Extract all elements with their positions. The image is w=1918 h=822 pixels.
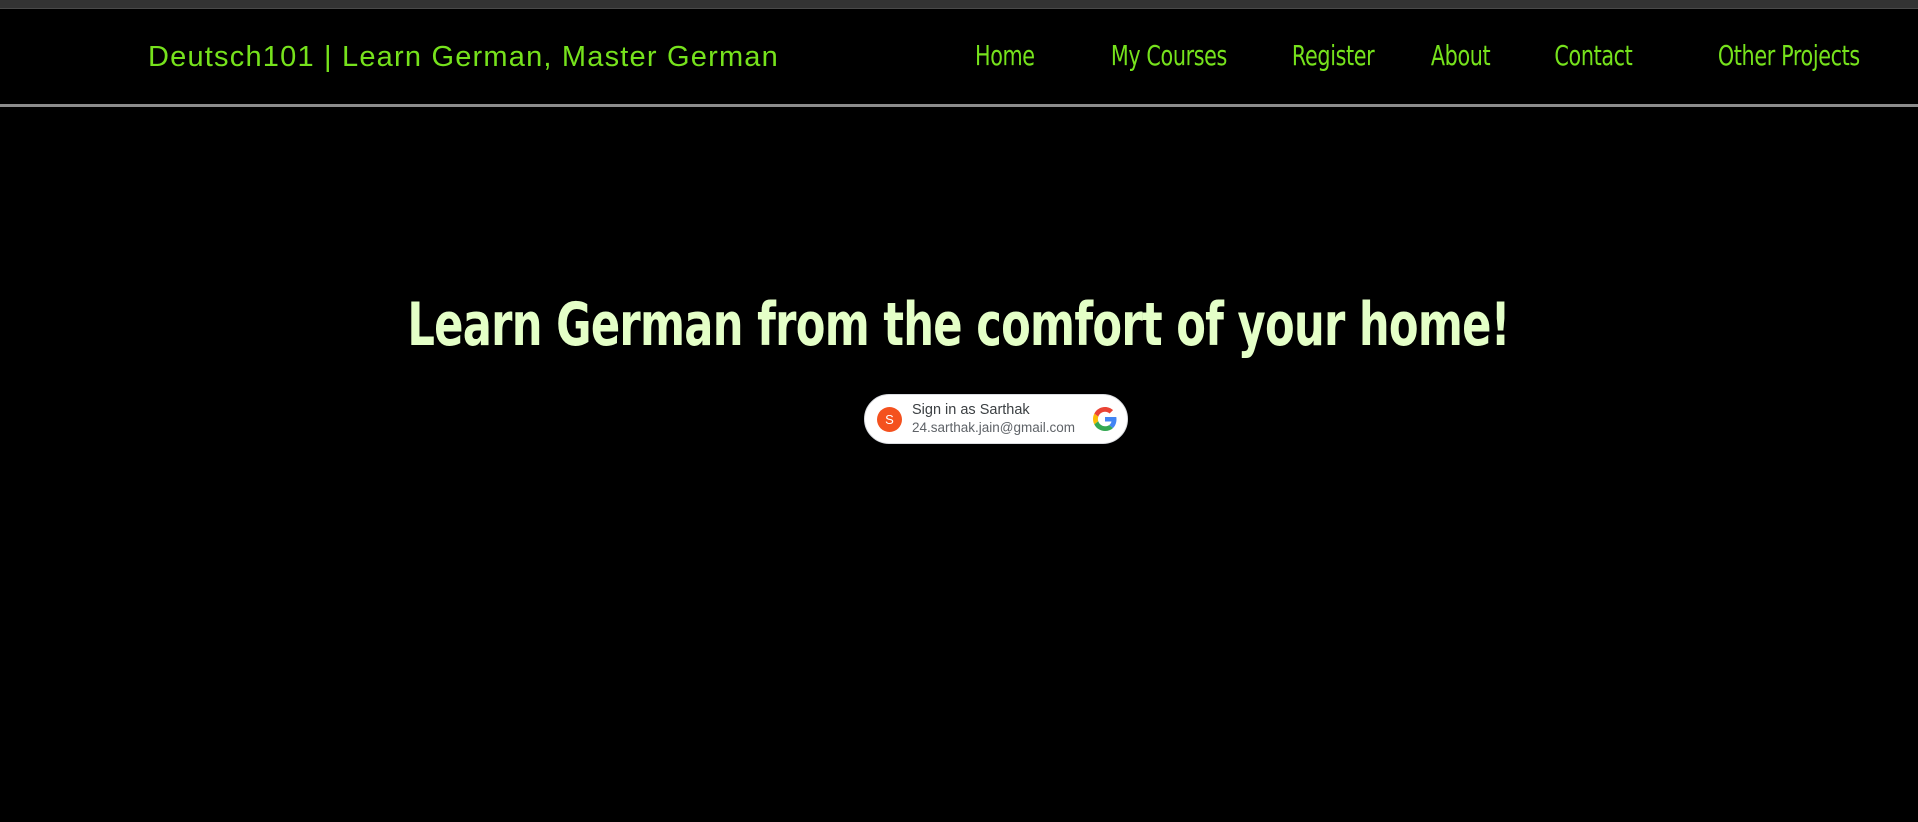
hero-title: Learn German from the comfort of your ho… [407, 290, 1511, 360]
nav-contact-link[interactable]: Contact [1554, 39, 1632, 72]
hero-section: Learn German from the comfort of your ho… [0, 290, 1918, 360]
signin-text-block: Sign in as Sarthak 24.sarthak.jain@gmail… [912, 402, 1087, 436]
site-brand[interactable]: Deutsch101 | Learn German, Master German [148, 41, 779, 74]
nav-register-link[interactable]: Register [1292, 39, 1375, 72]
google-g-icon [1093, 407, 1117, 431]
google-signin-button[interactable]: S Sign in as Sarthak 24.sarthak.jain@gma… [864, 394, 1128, 444]
top-navbar: Deutsch101 | Learn German, Master German… [0, 9, 1918, 107]
nav-home-link[interactable]: Home [974, 39, 1034, 72]
nav-my-courses-link[interactable]: My Courses [1111, 39, 1228, 72]
signin-label: Sign in as Sarthak [912, 402, 1030, 418]
user-avatar: S [877, 406, 902, 432]
nav-other-projects-link[interactable]: Other Projects [1718, 39, 1860, 72]
main-nav: Home My Courses Register About Contact O… [918, 39, 1860, 72]
signin-email: 24.sarthak.jain@gmail.com [912, 420, 1076, 435]
nav-about-link[interactable]: About [1431, 39, 1491, 72]
browser-top-strip [0, 0, 1918, 9]
